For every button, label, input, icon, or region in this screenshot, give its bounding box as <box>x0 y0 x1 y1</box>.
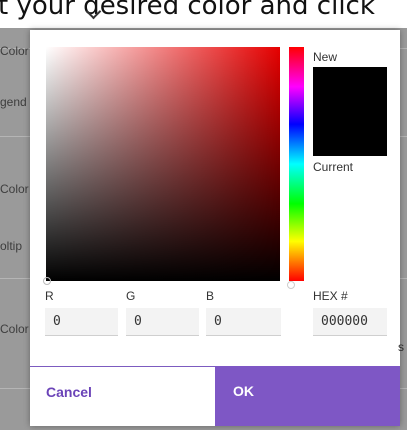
current-color-label: Current <box>313 160 354 174</box>
background-header: t your desired color and click <box>0 0 407 28</box>
new-color-label: New <box>313 50 338 64</box>
background-label-tooltip: oltip <box>0 239 23 253</box>
hue-slider[interactable] <box>289 47 304 281</box>
cancel-button-label: Cancel <box>46 384 92 400</box>
hex-input[interactable]: 000000 <box>313 308 387 336</box>
background-label-color-3: Color <box>0 322 29 336</box>
hex-label: HEX # <box>313 289 348 303</box>
color-picker-dialog: New Current R G B HEX # 0 0 0 000000 Can… <box>30 30 400 426</box>
g-input[interactable]: 0 <box>126 308 199 336</box>
saturation-value-area[interactable] <box>43 47 280 285</box>
background-label-color-1: Color <box>0 44 29 58</box>
background-label-color-2: Color <box>0 182 29 196</box>
b-label: B <box>206 289 215 303</box>
ok-button[interactable]: OK <box>215 366 400 426</box>
cancel-button[interactable]: Cancel <box>30 366 215 426</box>
background-edge-glyph: s <box>398 340 404 354</box>
instruction-text: t your desired color and click <box>0 0 375 21</box>
g-label: G <box>126 289 136 303</box>
b-input[interactable]: 0 <box>206 308 281 336</box>
current-color-swatch <box>313 129 387 156</box>
hue-slider-handle[interactable] <box>287 281 295 289</box>
ok-button-label: OK <box>233 383 254 399</box>
r-label: R <box>45 289 54 303</box>
new-color-swatch <box>313 67 387 129</box>
r-input[interactable]: 0 <box>45 308 118 336</box>
saturation-handle[interactable] <box>43 277 51 285</box>
background-label-legend: gend <box>0 95 27 109</box>
